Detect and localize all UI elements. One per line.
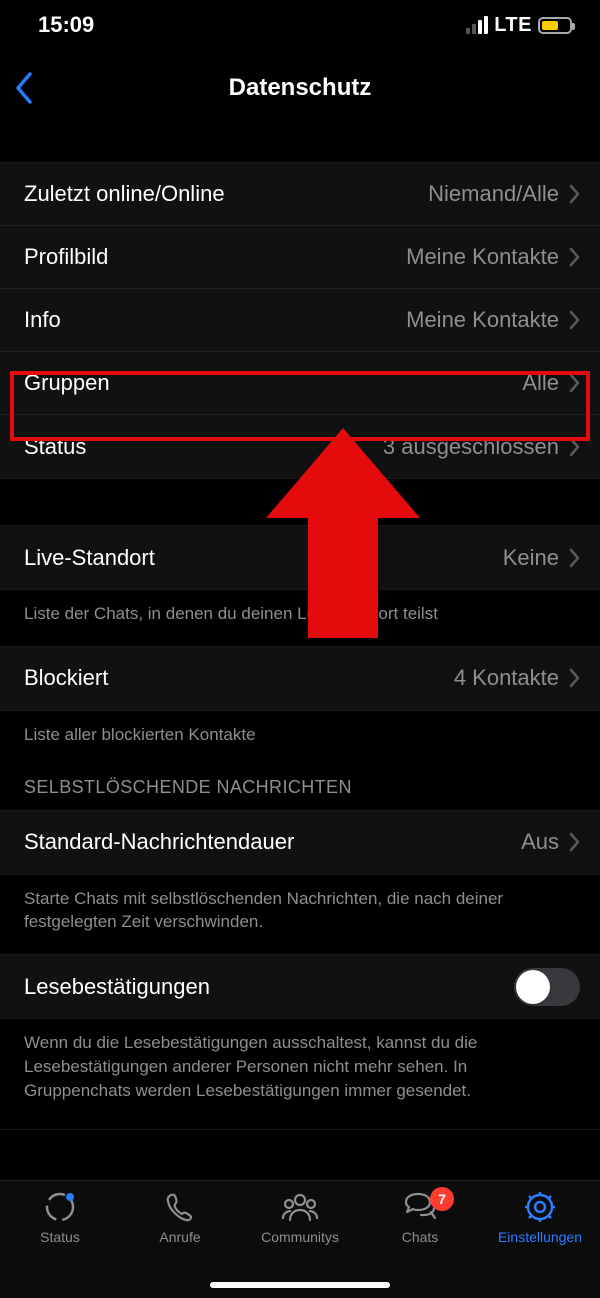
- row-status[interactable]: Status 3 ausgeschlossen: [0, 415, 600, 478]
- row-value: Alle: [522, 370, 559, 396]
- tab-label: Status: [40, 1229, 80, 1245]
- row-value: 4 Kontakte: [454, 665, 559, 691]
- row-label: Profilbild: [24, 244, 406, 270]
- network-type: LTE: [494, 14, 532, 37]
- row-value: Niemand/Alle: [428, 181, 559, 207]
- row-live-location[interactable]: Live-Standort Keine: [0, 526, 600, 589]
- row-label: Lesebestätigungen: [24, 974, 514, 1000]
- chevron-right-icon: [569, 373, 580, 393]
- back-button[interactable]: [14, 71, 34, 105]
- cellular-signal-icon: [466, 16, 488, 34]
- row-value: Meine Kontakte: [406, 307, 559, 333]
- section-footer: Liste aller blockierten Kontakte: [0, 711, 600, 767]
- status-icon: [43, 1189, 77, 1225]
- tab-label: Chats: [402, 1229, 439, 1245]
- row-label: Gruppen: [24, 370, 522, 396]
- chevron-right-icon: [569, 548, 580, 568]
- toggle-knob: [516, 970, 550, 1004]
- privacy-section-read-receipts: Lesebestätigungen: [0, 954, 600, 1019]
- row-groups[interactable]: Gruppen Alle: [0, 352, 600, 415]
- row-value: Keine: [503, 545, 559, 571]
- section-footer: Starte Chats mit selbstlöschenden Nachri…: [0, 875, 600, 955]
- nav-bar: Datenschutz: [0, 58, 600, 118]
- status-time: 15:09: [38, 12, 94, 38]
- row-label: Status: [24, 434, 383, 460]
- row-label: Zuletzt online/Online: [24, 181, 428, 207]
- row-value: Meine Kontakte: [406, 244, 559, 270]
- section-footer: Wenn du die Lesebestätigungen ausschalte…: [0, 1019, 600, 1128]
- battery-icon: [538, 17, 572, 34]
- row-read-receipts: Lesebestätigungen: [0, 955, 600, 1018]
- row-label: Live-Standort: [24, 545, 503, 571]
- privacy-section-disappearing: Standard-Nachrichtendauer Aus: [0, 810, 600, 875]
- status-bar: 15:09 LTE: [0, 0, 600, 50]
- row-default-timer[interactable]: Standard-Nachrichtendauer Aus: [0, 811, 600, 874]
- section-header: SELBSTLÖSCHENDE NACHRICHTEN: [0, 767, 600, 810]
- chevron-right-icon: [569, 184, 580, 204]
- tab-settings[interactable]: Einstellungen: [480, 1189, 600, 1298]
- row-value: Aus: [521, 829, 559, 855]
- chevron-right-icon: [569, 832, 580, 852]
- phone-icon: [163, 1189, 197, 1225]
- row-blocked[interactable]: Blockiert 4 Kontakte: [0, 647, 600, 710]
- chevron-left-icon: [14, 71, 34, 105]
- chats-badge: 7: [430, 1187, 454, 1211]
- tab-status[interactable]: Status: [0, 1189, 120, 1298]
- privacy-section-blocked: Blockiert 4 Kontakte: [0, 646, 600, 711]
- chevron-right-icon: [569, 247, 580, 267]
- row-value: 3 ausgeschlossen: [383, 434, 559, 460]
- row-label: Info: [24, 307, 406, 333]
- tab-bar: Status Anrufe Communitys 7 Chat: [0, 1180, 600, 1298]
- privacy-section-live-location: Live-Standort Keine: [0, 525, 600, 590]
- communities-icon: [280, 1189, 320, 1225]
- tab-label: Anrufe: [159, 1229, 200, 1245]
- section-footer: Liste der Chats, in denen du deinen Live…: [0, 590, 600, 646]
- settings-gear-icon: [523, 1189, 557, 1225]
- privacy-section-visibility: Zuletzt online/Online Niemand/Alle Profi…: [0, 162, 600, 479]
- row-profile-photo[interactable]: Profilbild Meine Kontakte: [0, 226, 600, 289]
- chevron-right-icon: [569, 668, 580, 688]
- page-title: Datenschutz: [229, 74, 372, 102]
- chevron-right-icon: [569, 310, 580, 330]
- row-about[interactable]: Info Meine Kontakte: [0, 289, 600, 352]
- row-label: Standard-Nachrichtendauer: [24, 829, 521, 855]
- status-indicators: LTE: [466, 14, 572, 37]
- chevron-right-icon: [569, 437, 580, 457]
- read-receipts-toggle[interactable]: [514, 968, 580, 1006]
- home-indicator[interactable]: [210, 1282, 390, 1288]
- row-last-seen[interactable]: Zuletzt online/Online Niemand/Alle: [0, 163, 600, 226]
- row-label: Blockiert: [24, 665, 454, 691]
- tab-label: Communitys: [261, 1229, 339, 1245]
- tab-label: Einstellungen: [498, 1229, 582, 1245]
